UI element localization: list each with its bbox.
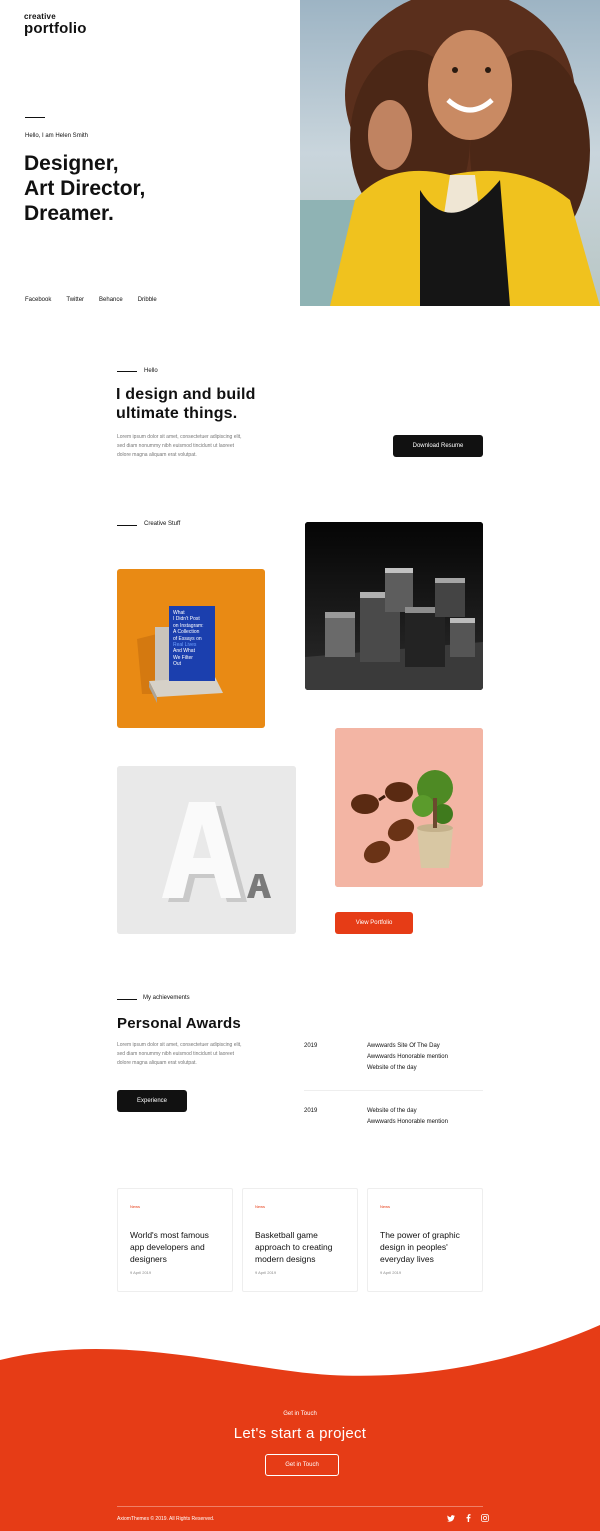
social-link-twitter[interactable]: Twitter <box>66 297 84 303</box>
footer-social-icons <box>446 1513 490 1523</box>
news-title[interactable]: The power of graphic design in peoples' … <box>380 1229 475 1265</box>
news-title-line: approach to creating <box>255 1242 333 1252</box>
portfolio-label-line <box>117 525 137 526</box>
award-item: Awwwards Honorable mention <box>367 1054 448 1060</box>
paragraph-line: Lorem ipsum dolor sit amet, consectetuer… <box>117 1042 242 1048</box>
news-title-line: everyday lives <box>380 1254 434 1264</box>
copyright-text: AxiomThemes © 2019. All Rights Reserved. <box>117 1516 215 1522</box>
brand-line-2[interactable]: portfolio <box>24 20 87 38</box>
experience-button[interactable]: Experience <box>117 1090 187 1112</box>
social-link-facebook[interactable]: Facebook <box>25 297 51 303</box>
portfolio-label: Creative Stuff <box>144 521 181 527</box>
award-year: 2019 <box>304 1108 318 1114</box>
news-date: 9 April 2019 <box>380 1270 402 1275</box>
paragraph-line: dolore magna aliquam erat volutpat. <box>117 1060 197 1066</box>
news-tag[interactable]: News <box>380 1204 390 1209</box>
news-title-line: The power of graphic <box>380 1230 460 1240</box>
hero-portrait-image <box>300 0 600 306</box>
paragraph-line: sed diam nonummy nibh euismod tincidunt … <box>117 443 235 449</box>
awards-label-line <box>117 999 137 1000</box>
award-list: Website of the day Awwwards Honorable me… <box>367 1106 448 1128</box>
hero-divider <box>25 117 45 118</box>
news-title[interactable]: Basketball game approach to creating mod… <box>255 1229 350 1265</box>
about-label-line <box>117 371 137 372</box>
portfolio-item-blocks[interactable] <box>305 522 483 690</box>
news-title-line: app developers and <box>130 1242 205 1252</box>
paragraph-line: sed diam nonummy nibh euismod tincidunt … <box>117 1051 235 1057</box>
instagram-icon[interactable] <box>480 1513 490 1523</box>
hero-title-line: Art Director, <box>24 177 146 200</box>
book-cover: What I Didn't Post on Instagram: A Colle… <box>169 606 215 681</box>
news-title-line: modern designs <box>255 1254 316 1264</box>
about-paragraph: Lorem ipsum dolor sit amet, consectetuer… <box>117 433 242 460</box>
book-text-line: Out <box>173 661 182 668</box>
social-links: Facebook Twitter Behance Dribble <box>25 297 157 303</box>
awards-paragraph: Lorem ipsum dolor sit amet, consectetuer… <box>117 1041 242 1068</box>
award-item: Awwwards Site Of The Day <box>367 1043 440 1049</box>
twitter-icon[interactable] <box>446 1513 456 1523</box>
news-title-line: designers <box>130 1254 167 1264</box>
portfolio-item-sunglasses[interactable] <box>335 728 483 887</box>
awards-label: My achievements <box>143 995 190 1001</box>
news-card[interactable]: News The power of graphic design in peop… <box>367 1188 483 1292</box>
about-label: Hello <box>144 368 158 374</box>
about-title-line: ultimate things. <box>116 405 238 422</box>
social-link-dribble[interactable]: Dribble <box>138 297 157 303</box>
contact-label: Get in Touch <box>283 1411 317 1417</box>
award-item: Awwwards Honorable mention <box>367 1119 448 1125</box>
news-title-line: World's most famous <box>130 1230 209 1240</box>
paragraph-line: Lorem ipsum dolor sit amet, consectetuer… <box>117 434 242 440</box>
footer-divider <box>117 1506 483 1507</box>
news-card[interactable]: News World's most famous app developers … <box>117 1188 233 1292</box>
hero-title-line: Designer, <box>24 152 119 175</box>
facebook-icon[interactable] <box>463 1513 473 1523</box>
about-title: I design and build ultimate things. <box>116 385 256 423</box>
news-card[interactable]: News Basketball game approach to creatin… <box>242 1188 358 1292</box>
award-item: Website of the day <box>367 1108 417 1114</box>
portfolio-item-typography[interactable] <box>117 766 296 934</box>
hero-greeting: Hello, I am Helen Smith <box>25 133 89 139</box>
contact-title: Let's start a project <box>233 1425 367 1442</box>
news-date: 9 April 2019 <box>130 1270 152 1275</box>
news-title-line: Basketball game <box>255 1230 318 1240</box>
get-in-touch-button[interactable]: Get in Touch <box>265 1454 339 1476</box>
hero-title-line: Dreamer. <box>24 202 114 225</box>
news-title-line: design in peoples' <box>380 1242 448 1252</box>
news-tag[interactable]: News <box>255 1204 265 1209</box>
news-title[interactable]: World's most famous app developers and d… <box>130 1229 225 1265</box>
view-portfolio-button[interactable]: View Portfolio <box>335 912 413 934</box>
award-divider <box>304 1090 483 1091</box>
news-tag[interactable]: News <box>130 1204 140 1209</box>
awards-title: Personal Awards <box>117 1015 241 1032</box>
news-date: 9 April 2019 <box>255 1270 277 1275</box>
hero-title: Designer, Art Director, Dreamer. <box>24 151 145 226</box>
download-resume-button[interactable]: Download Resume <box>393 435 483 457</box>
social-link-behance[interactable]: Behance <box>99 297 123 303</box>
award-item: Website of the day <box>367 1065 417 1071</box>
portfolio-item-book[interactable]: What I Didn't Post on Instagram: A Colle… <box>117 569 265 728</box>
about-title-line: I design and build <box>116 386 256 403</box>
award-year: 2019 <box>304 1043 318 1049</box>
award-list: Awwwards Site Of The Day Awwwards Honora… <box>367 1041 448 1074</box>
paragraph-line: dolore magna aliquam erat volutpat. <box>117 452 197 458</box>
